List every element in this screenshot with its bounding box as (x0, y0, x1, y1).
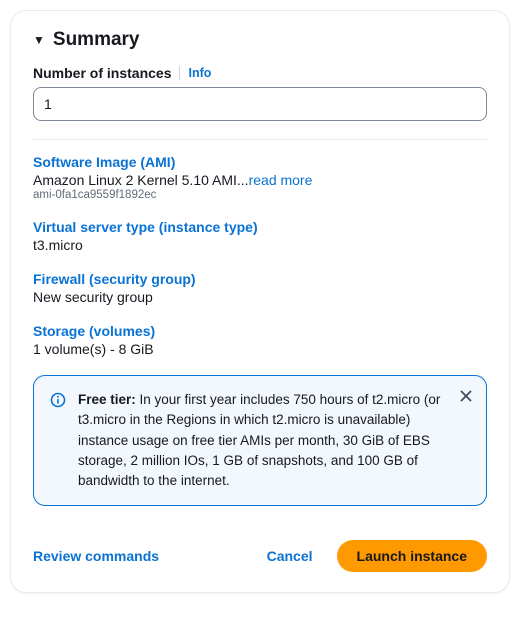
launch-instance-button[interactable]: Launch instance (337, 540, 487, 572)
instance-type-value: t3.micro (33, 237, 487, 253)
num-instances-input[interactable] (33, 87, 487, 121)
ami-id: ami-0fa1ca9559f1892ec (33, 189, 487, 201)
firewall-title-link[interactable]: Firewall (security group) (33, 271, 196, 287)
ami-read-more-link[interactable]: read more (249, 172, 313, 188)
firewall-value: New security group (33, 289, 487, 305)
instance-type-title-link[interactable]: Virtual server type (instance type) (33, 219, 258, 235)
free-tier-label: Free tier: (78, 392, 136, 407)
cancel-button[interactable]: Cancel (261, 540, 319, 572)
instance-type-section: Virtual server type (instance type) t3.m… (33, 219, 487, 253)
ami-value: Amazon Linux 2 Kernel 5.10 AMI...read mo… (33, 172, 487, 188)
collapse-caret-icon: ▼ (33, 34, 45, 46)
footer: Review commands Cancel Launch instance (11, 524, 509, 592)
storage-section: Storage (volumes) 1 volume(s) - 8 GiB (33, 323, 487, 357)
ami-title-link[interactable]: Software Image (AMI) (33, 154, 175, 170)
ami-desc: Amazon Linux 2 Kernel 5.10 AMI... (33, 172, 249, 188)
divider (33, 139, 487, 140)
summary-header[interactable]: ▼ Summary (33, 29, 487, 51)
storage-value: 1 volume(s) - 8 GiB (33, 341, 487, 357)
free-tier-infobox: Free tier: In your first year includes 7… (33, 375, 487, 506)
info-icon (50, 392, 66, 491)
num-instances-label: Number of instances (33, 65, 171, 81)
review-commands-link[interactable]: Review commands (33, 548, 159, 564)
info-link[interactable]: Info (188, 66, 211, 80)
divider-vertical (179, 66, 180, 80)
close-icon[interactable] (458, 388, 474, 407)
summary-panel: ▼ Summary Number of instances Info Softw… (10, 10, 510, 593)
ami-section: Software Image (AMI) Amazon Linux 2 Kern… (33, 154, 487, 201)
summary-title: Summary (53, 29, 140, 51)
storage-title-link[interactable]: Storage (volumes) (33, 323, 155, 339)
firewall-section: Firewall (security group) New security g… (33, 271, 487, 305)
free-tier-text: Free tier: In your first year includes 7… (78, 390, 470, 491)
